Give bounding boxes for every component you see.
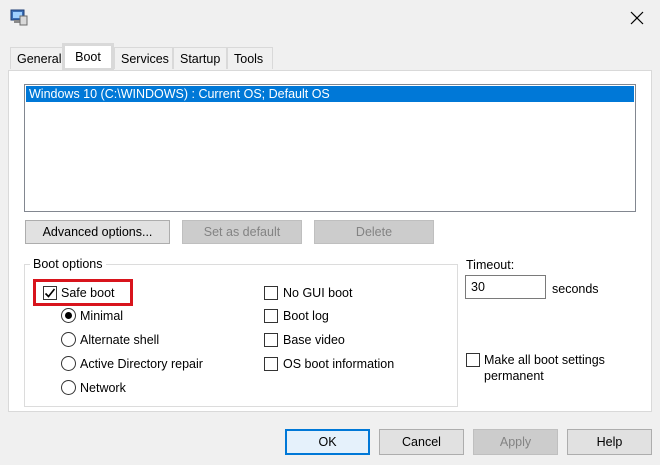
- network-radio[interactable]: [61, 380, 76, 395]
- tab-startup-label: Startup: [180, 51, 221, 66]
- timeout-label: Timeout:: [466, 258, 515, 272]
- make-permanent-checkbox[interactable]: [466, 353, 480, 367]
- cancel-button[interactable]: Cancel: [379, 429, 464, 455]
- apply-button[interactable]: Apply: [473, 429, 558, 455]
- alternate-shell-radio[interactable]: [61, 332, 76, 347]
- checkmark-icon: [44, 288, 56, 298]
- no-gui-boot-checkbox[interactable]: [264, 286, 278, 300]
- safe-boot-checkbox[interactable]: [43, 286, 57, 300]
- set-as-default-button[interactable]: Set as default: [182, 220, 302, 244]
- tab-services[interactable]: Services: [114, 47, 173, 69]
- tab-general-label: General: [17, 51, 62, 66]
- tab-boot-label: Boot: [75, 50, 101, 64]
- advanced-options-button[interactable]: Advanced options...: [25, 220, 170, 244]
- active-directory-repair-radio[interactable]: [61, 356, 76, 371]
- boot-options-legend: Boot options: [30, 257, 106, 271]
- apply-label: Apply: [499, 435, 532, 449]
- tab-general[interactable]: General: [10, 47, 63, 69]
- base-video-label: Base video: [283, 333, 345, 347]
- ok-label: OK: [318, 435, 337, 449]
- tab-boot[interactable]: Boot: [62, 43, 114, 71]
- ok-button[interactable]: OK: [285, 429, 370, 455]
- help-label: Help: [596, 435, 623, 449]
- minimal-label: Minimal: [80, 309, 124, 323]
- timeout-unit-label: seconds: [552, 282, 599, 296]
- close-icon[interactable]: [622, 6, 652, 30]
- delete-label: Delete: [355, 225, 393, 239]
- radio-selected-dot-icon: [65, 312, 72, 319]
- tab-tools-label: Tools: [234, 51, 264, 66]
- make-permanent-label-line1: Make all boot settings: [484, 353, 605, 367]
- timeout-value: 30: [471, 280, 485, 294]
- help-button[interactable]: Help: [567, 429, 652, 455]
- base-video-checkbox[interactable]: [264, 333, 278, 347]
- os-boot-information-label: OS boot information: [283, 357, 395, 371]
- tab-tools[interactable]: Tools: [227, 47, 273, 69]
- safe-boot-label: Safe boot: [61, 286, 115, 300]
- minimal-radio[interactable]: [61, 308, 76, 323]
- cancel-label: Cancel: [402, 435, 441, 449]
- alternate-shell-label: Alternate shell: [80, 333, 160, 347]
- delete-button[interactable]: Delete: [314, 220, 434, 244]
- tab-startup[interactable]: Startup: [173, 47, 227, 69]
- os-list-item[interactable]: Windows 10 (C:\WINDOWS) : Current OS; De…: [26, 86, 634, 102]
- msconfig-app-icon: [9, 7, 29, 27]
- os-list-item-label: Windows 10 (C:\WINDOWS) : Current OS; De…: [29, 87, 330, 101]
- no-gui-boot-label: No GUI boot: [283, 286, 353, 300]
- boot-log-checkbox[interactable]: [264, 309, 278, 323]
- active-directory-repair-label: Active Directory repair: [80, 357, 203, 371]
- os-boot-information-checkbox[interactable]: [264, 357, 278, 371]
- set-as-default-label: Set as default: [203, 225, 281, 239]
- advanced-options-label: Advanced options...: [42, 225, 153, 239]
- os-list[interactable]: Windows 10 (C:\WINDOWS) : Current OS; De…: [24, 84, 636, 212]
- timeout-input[interactable]: 30: [465, 275, 546, 299]
- boot-log-label: Boot log: [283, 309, 329, 323]
- make-permanent-label-line2: permanent: [484, 369, 544, 383]
- network-label: Network: [80, 381, 126, 395]
- tab-services-label: Services: [121, 51, 169, 66]
